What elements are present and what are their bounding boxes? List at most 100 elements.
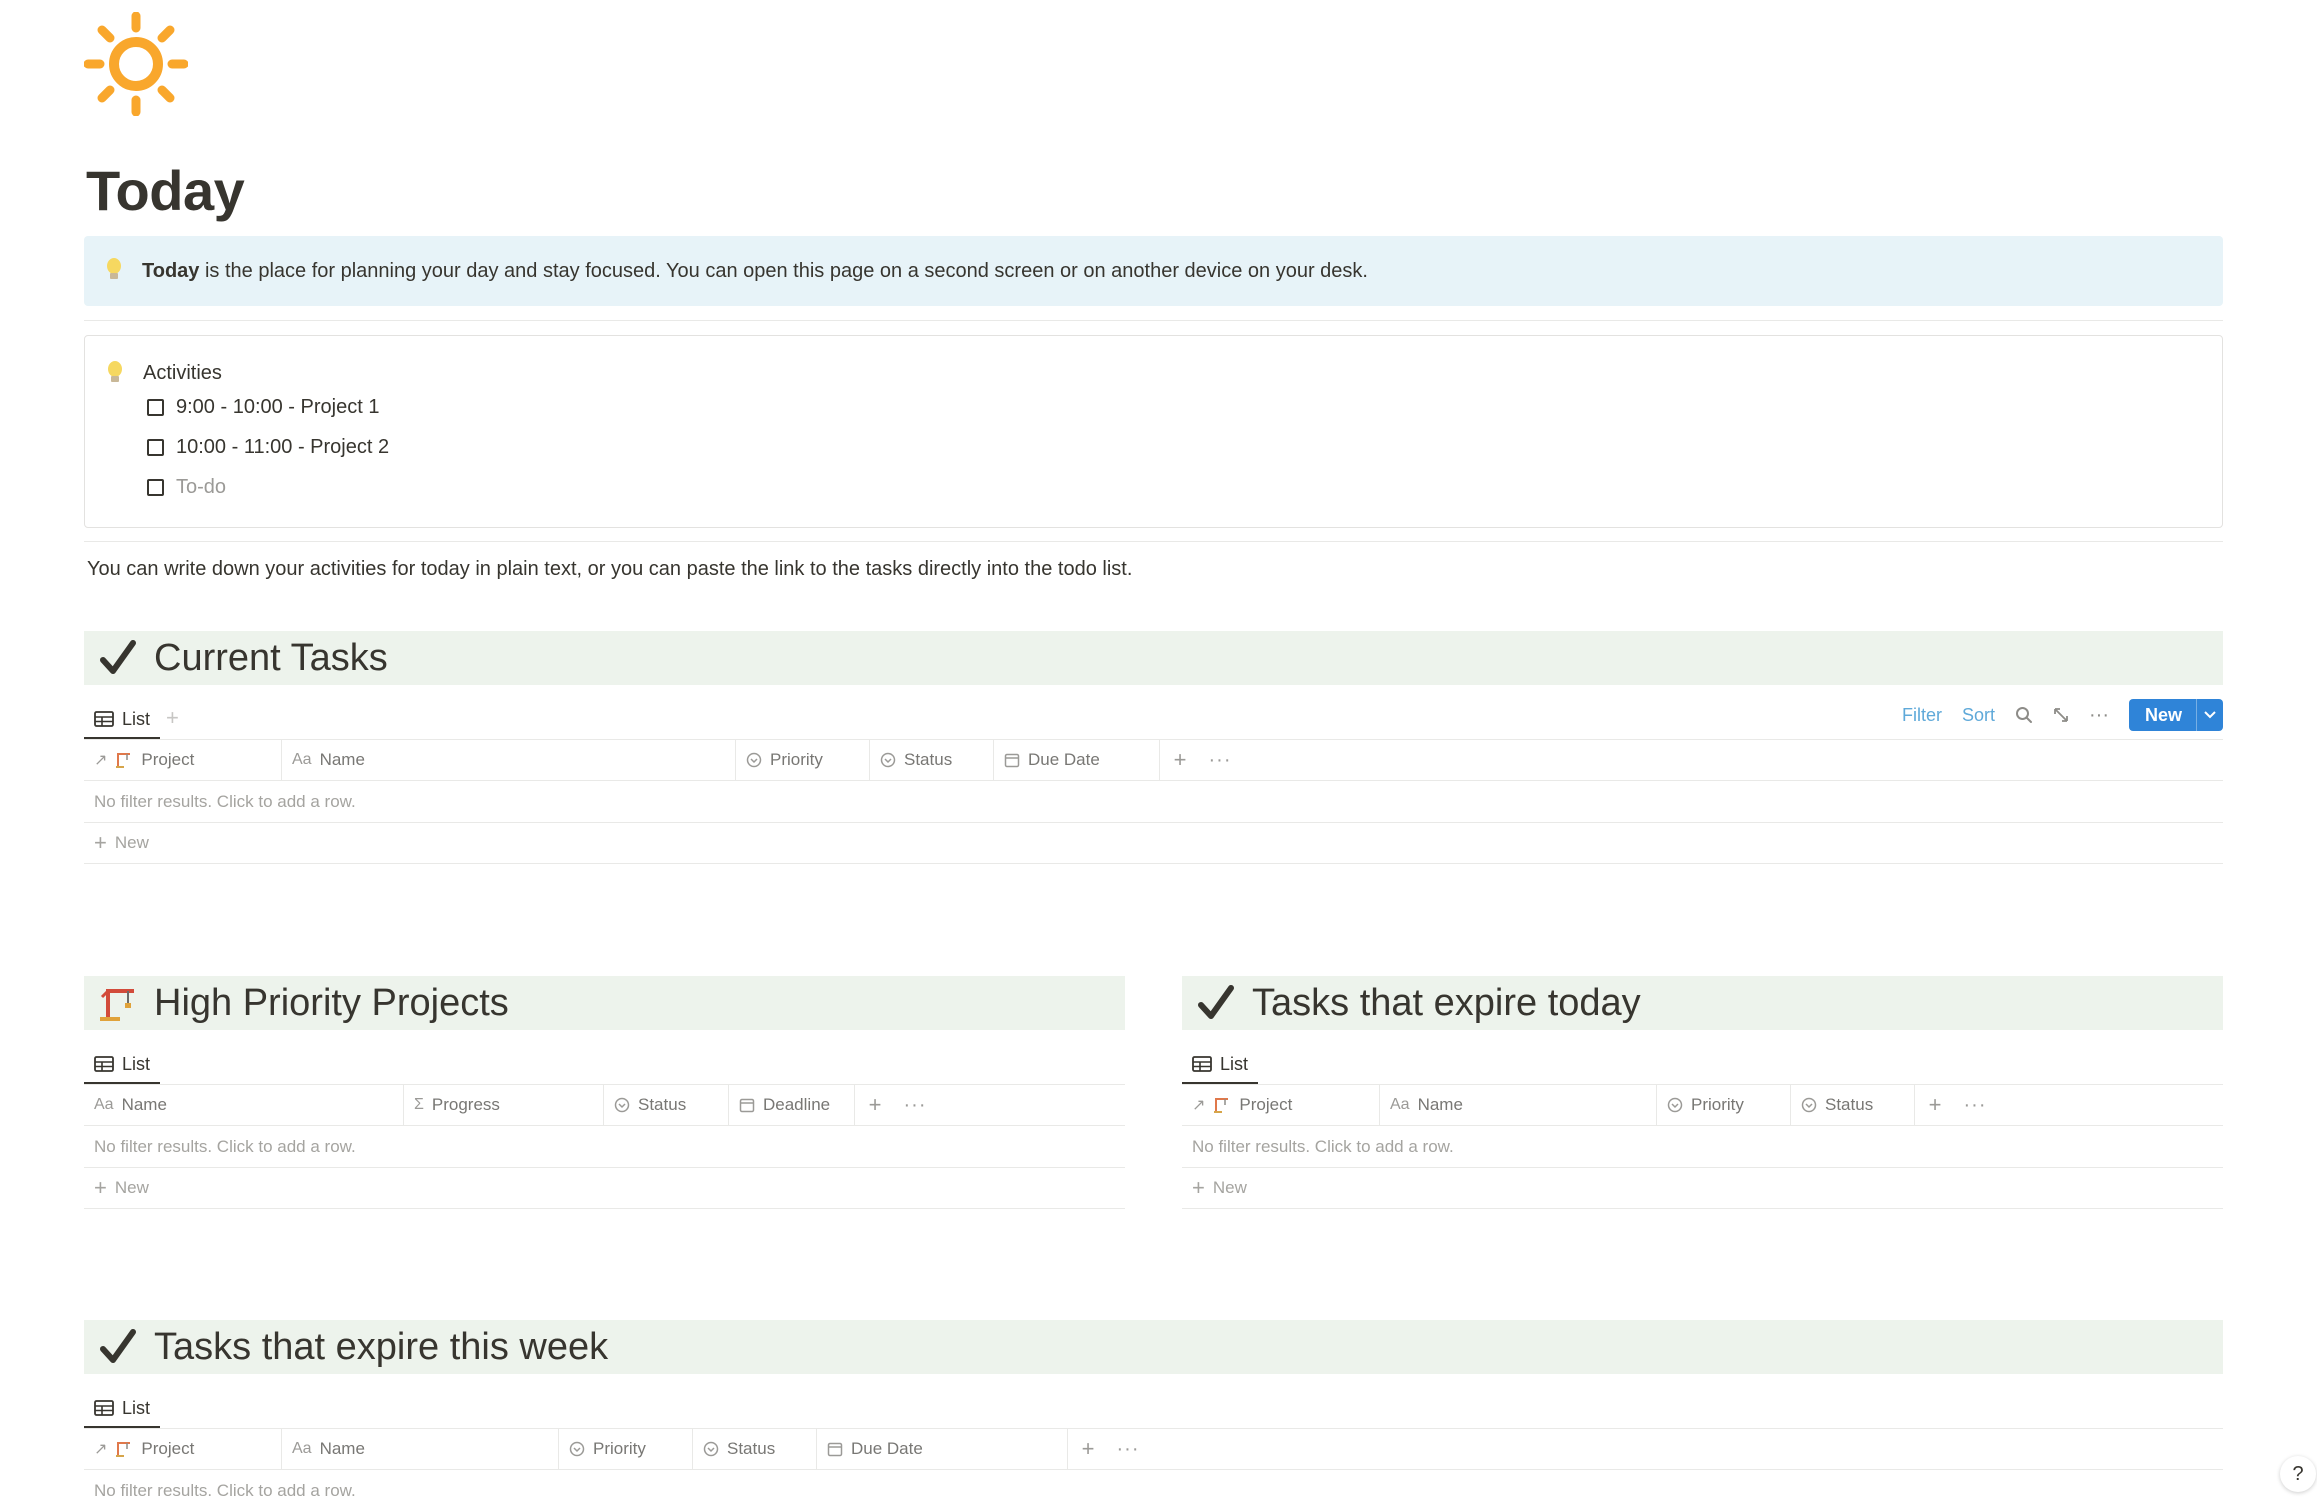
select-property-icon: [1801, 1097, 1817, 1113]
expire-today-section: Tasks that expire today List ↗ Project A…: [1182, 976, 2223, 1209]
chevron-down-icon[interactable]: [2196, 699, 2223, 731]
text-property-icon: Aa: [292, 751, 312, 768]
database-toolbar: Filter Sort ··· New: [1902, 699, 2223, 731]
todo-item[interactable]: 9:00 - 10:00 - Project 1: [147, 396, 379, 419]
checkbox[interactable]: [147, 399, 164, 416]
new-row-button[interactable]: + New: [84, 1168, 1125, 1209]
more-icon[interactable]: ···: [895, 1085, 935, 1125]
section-title[interactable]: Tasks that expire this week: [154, 1326, 608, 1369]
column-project[interactable]: ↗ Project: [84, 740, 282, 780]
column-name[interactable]: Aa Name: [282, 1429, 559, 1469]
column-status[interactable]: Status: [604, 1085, 729, 1125]
plus-icon: +: [94, 830, 107, 855]
table-header: Aa Name Σ Progress Status Deadline + ···: [84, 1085, 1125, 1126]
info-callout-text: Today is the place for planning your day…: [142, 259, 1368, 282]
info-callout[interactable]: Today is the place for planning your day…: [84, 236, 2223, 306]
section-title[interactable]: High Priority Projects: [154, 982, 509, 1025]
column-project[interactable]: ↗ Project: [84, 1429, 282, 1469]
add-column-button[interactable]: +: [1915, 1085, 1955, 1125]
activities-title: Activities: [143, 362, 222, 384]
select-property-icon: [703, 1441, 719, 1457]
column-priority[interactable]: Priority: [559, 1429, 693, 1469]
empty-state-row[interactable]: No filter results. Click to add a row.: [1182, 1126, 2223, 1168]
select-property-icon: [746, 752, 762, 768]
empty-state-row[interactable]: No filter results. Click to add a row.: [84, 781, 2223, 823]
expand-icon[interactable]: [2053, 707, 2069, 723]
add-column-button[interactable]: +: [1160, 740, 1200, 780]
section-title[interactable]: Tasks that expire today: [1252, 982, 1641, 1025]
tab-list[interactable]: List: [84, 1046, 161, 1084]
column-progress[interactable]: Σ Progress: [404, 1085, 604, 1125]
crane-icon: [115, 1440, 133, 1458]
column-status[interactable]: Status: [1791, 1085, 1915, 1125]
checkmark-icon: [98, 638, 138, 678]
todo-item-placeholder[interactable]: To-do: [147, 476, 226, 499]
calendar-icon: [739, 1097, 755, 1113]
column-name[interactable]: Aa Name: [84, 1085, 404, 1125]
page-title[interactable]: Today: [86, 158, 245, 223]
more-icon[interactable]: ···: [1955, 1085, 1995, 1125]
new-button[interactable]: New: [2128, 699, 2223, 731]
new-row-button[interactable]: + New: [84, 823, 2223, 864]
calendar-icon: [1004, 752, 1020, 768]
column-project[interactable]: ↗ Project: [1182, 1085, 1380, 1125]
activities-callout[interactable]: Activities 9:00 - 10:00 - Project 1 10:0…: [84, 335, 2223, 528]
column-due-date[interactable]: Due Date: [994, 740, 1160, 780]
text-property-icon: Aa: [1390, 1096, 1410, 1113]
search-icon[interactable]: [2015, 706, 2033, 724]
crane-icon: [115, 751, 133, 769]
tab-list[interactable]: List: [1182, 1046, 1259, 1084]
table-header: ↗ Project Aa Name Priority Status + ···: [1182, 1085, 2223, 1126]
add-column-button[interactable]: +: [1068, 1429, 1108, 1469]
add-view-button[interactable]: +: [166, 705, 179, 731]
column-name[interactable]: Aa Name: [282, 740, 736, 780]
help-button[interactable]: ?: [2280, 1456, 2316, 1492]
table-icon: [1192, 1056, 1212, 1072]
column-due-date[interactable]: Due Date: [817, 1429, 1068, 1469]
column-deadline[interactable]: Deadline: [729, 1085, 855, 1125]
column-status[interactable]: Status: [870, 740, 994, 780]
new-row-button[interactable]: + New: [1182, 1168, 2223, 1209]
select-property-icon: [614, 1097, 630, 1113]
tab-list[interactable]: List: [84, 701, 161, 739]
table-icon: [94, 711, 114, 727]
expire-week-section: Tasks that expire this week List ↗ Proje…: [84, 1320, 2223, 1511]
filter-button[interactable]: Filter: [1902, 705, 1942, 726]
high-priority-section: High Priority Projects List Aa Name Σ Pr…: [84, 976, 1125, 1209]
view-tabbar: List: [84, 1046, 1125, 1085]
relation-arrow-icon: ↗: [1192, 1097, 1206, 1114]
empty-state-row[interactable]: No filter results. Click to add a row.: [84, 1470, 2223, 1511]
formula-icon: Σ: [414, 1096, 424, 1113]
note-paragraph[interactable]: You can write down your activities for t…: [87, 558, 1132, 581]
section-header: High Priority Projects: [84, 976, 1125, 1030]
table-icon: [94, 1056, 114, 1072]
checkbox[interactable]: [147, 479, 164, 496]
divider: [84, 541, 2223, 542]
select-property-icon: [569, 1441, 585, 1457]
section-title[interactable]: Current Tasks: [154, 637, 388, 680]
text-property-icon: Aa: [292, 1440, 312, 1457]
tab-list[interactable]: List: [84, 1390, 161, 1428]
section-header: Tasks that expire this week: [84, 1320, 2223, 1374]
more-icon[interactable]: ···: [1200, 740, 1240, 780]
column-name[interactable]: Aa Name: [1380, 1085, 1657, 1125]
checkbox[interactable]: [147, 439, 164, 456]
crane-icon: [1213, 1096, 1231, 1114]
add-column-button[interactable]: +: [855, 1085, 895, 1125]
empty-state-row[interactable]: No filter results. Click to add a row.: [84, 1126, 1125, 1168]
column-status[interactable]: Status: [693, 1429, 817, 1469]
todo-item[interactable]: 10:00 - 11:00 - Project 2: [147, 436, 389, 459]
sun-icon[interactable]: [83, 11, 189, 117]
view-tabbar: List: [1182, 1046, 2223, 1085]
calendar-icon: [827, 1441, 843, 1457]
text-property-icon: Aa: [94, 1096, 114, 1113]
column-priority[interactable]: Priority: [1657, 1085, 1791, 1125]
column-priority[interactable]: Priority: [736, 740, 870, 780]
sort-button[interactable]: Sort: [1962, 705, 1995, 726]
more-icon[interactable]: ···: [2089, 704, 2109, 727]
view-tabbar: List: [84, 1390, 2223, 1429]
relation-arrow-icon: ↗: [94, 1441, 108, 1458]
select-property-icon: [880, 752, 896, 768]
current-tasks-section: Current Tasks List + Filter Sort ··· New: [84, 631, 2223, 864]
more-icon[interactable]: ···: [1108, 1429, 1148, 1469]
